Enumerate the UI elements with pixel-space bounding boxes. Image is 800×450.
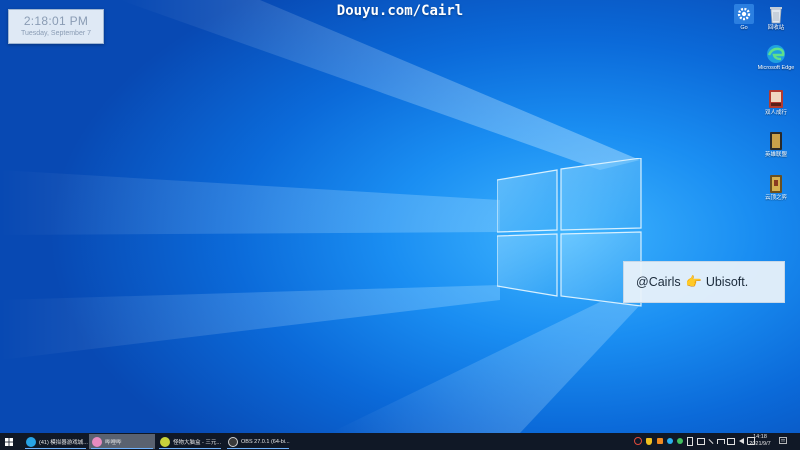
taskbar-item-indicator (159, 448, 221, 449)
sponsor-overlay-card: @Cairls 👉 Ubisoft. (623, 261, 785, 303)
clock-widget-date: Tuesday, September 7 (20, 30, 92, 37)
stream-title: Douyu.com/Cairl (336, 3, 464, 19)
recycle-bin-icon (766, 4, 786, 24)
tray-clock-time: 14:18 (753, 434, 767, 440)
edge-icon (26, 436, 36, 447)
taskbar-item-label: 怪物大脑盒 - 三元... (173, 439, 221, 446)
tray-network-icon[interactable] (717, 436, 725, 446)
tray-app-icon[interactable] (697, 436, 705, 446)
desktop-icon-label: Microsoft Edge (757, 65, 795, 71)
taskbar-item-label: OBS 27.0.1 (64-bi... (241, 438, 290, 445)
tray-display-icon[interactable] (727, 436, 735, 446)
tray-tools-icon[interactable] (707, 436, 715, 446)
desktop-icon-label: 云顶之弈 (764, 195, 787, 201)
overlay-brand: Ubisoft. (705, 275, 749, 289)
tray-speaker-icon[interactable] (737, 436, 745, 446)
edge-icon (766, 44, 786, 64)
tray-battery-icon[interactable] (686, 436, 694, 446)
notification-icon (779, 437, 787, 444)
desktop-icon-label: 回收站 (767, 25, 785, 31)
desktop-icon-game-2[interactable]: 英雄联盟 (756, 131, 796, 159)
notification-button[interactable] (778, 436, 788, 446)
taskbar-item-bilibili[interactable]: 哔哩哔 (89, 434, 155, 449)
taskbar-item-indicator (25, 448, 86, 449)
game-icon (766, 174, 786, 194)
desktop-icon-game-3[interactable]: 云顶之弈 (756, 174, 796, 202)
gear-icon (734, 4, 754, 24)
taskbar-item-app[interactable]: 怪物大脑盒 - 三元... (157, 434, 223, 449)
windows-start-icon (5, 437, 13, 446)
taskbar-item-indicator (227, 448, 289, 449)
tray-app-icon[interactable] (656, 436, 664, 446)
taskbar-item-label: 哔哩哔 (105, 439, 122, 446)
taskbar-item-label: (41) 模拟器游戏城... (39, 439, 88, 446)
desktop-icon-recycle-bin[interactable]: 回收站 (756, 4, 796, 32)
desktop-icon-game-1[interactable]: 双人成行 (756, 89, 796, 117)
taskbar-item-browser[interactable]: (41) 模拟器游戏城... (23, 434, 88, 449)
tray-clock-date: 2021/9/7 (749, 441, 771, 447)
tray-app-icon[interactable] (676, 436, 684, 446)
wallpaper-light-beams (0, 0, 640, 433)
obs-icon (228, 436, 238, 447)
app-icon (160, 436, 170, 447)
desktop: 2:18:01 PM Tuesday, September 7 Douyu.co… (0, 0, 800, 433)
tray-app-icon[interactable] (666, 436, 674, 446)
desktop-icon-label: 双人成行 (764, 110, 787, 116)
tray-warning-icon[interactable] (634, 436, 642, 446)
taskbar-item-obs[interactable]: OBS 27.0.1 (64-bi... (225, 434, 291, 449)
taskbar-item-indicator (91, 448, 153, 449)
game-icon (766, 89, 786, 109)
game-icon (766, 131, 786, 151)
desktop-icon-microsoft-edge[interactable]: Microsoft Edge (756, 44, 796, 72)
start-button[interactable] (0, 434, 18, 449)
bilibili-icon (92, 436, 102, 447)
taskbar: (41) 模拟器游戏城... 哔哩哔 怪物大脑盒 - 三元... OBS 27.… (0, 433, 800, 450)
tray-shield-icon[interactable] (645, 436, 653, 446)
overlay-handle: @Cairls (636, 275, 681, 289)
pointing-hand-icon: 👉 (685, 274, 702, 289)
tray-clock[interactable]: 14:18 2021/9/7 (747, 434, 773, 448)
desktop-icon-label: 英雄联盟 (764, 152, 787, 158)
